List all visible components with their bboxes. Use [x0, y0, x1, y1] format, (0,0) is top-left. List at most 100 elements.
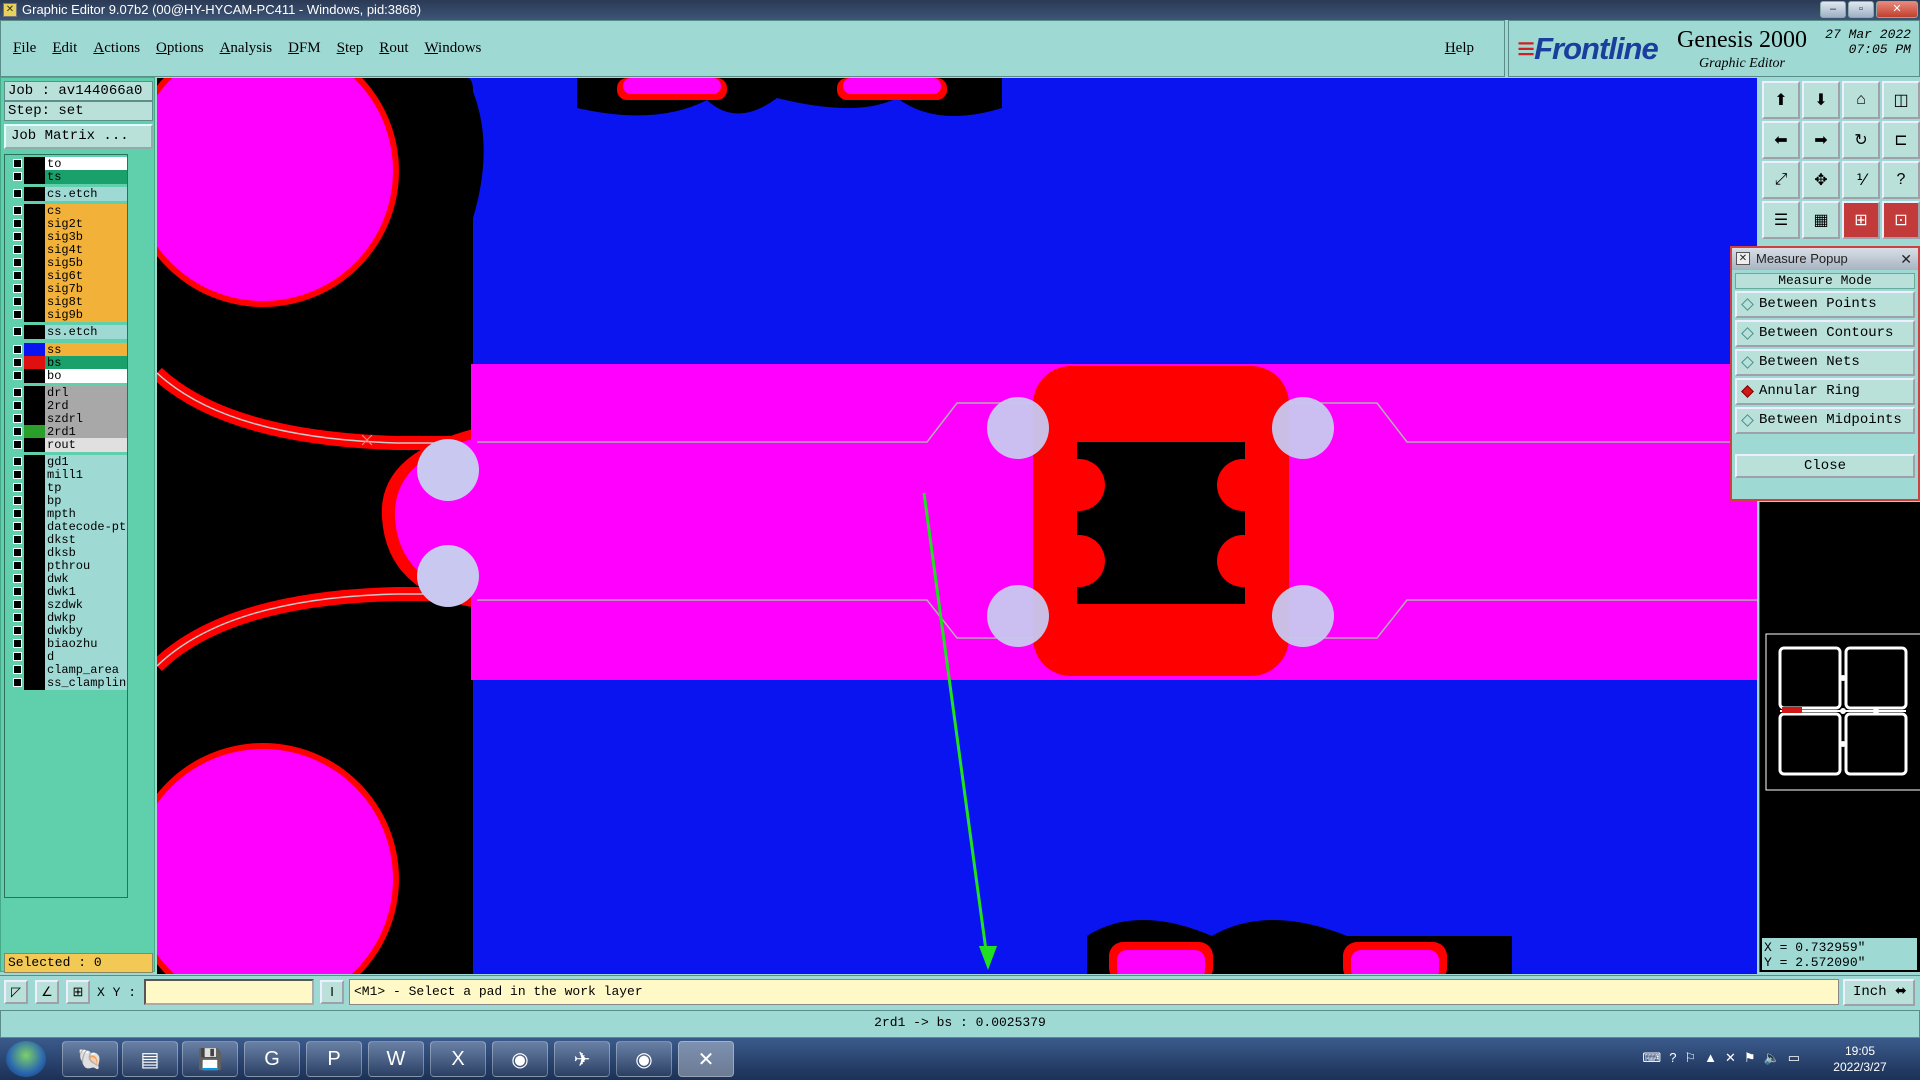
- layer-checkbox[interactable]: [13, 219, 22, 228]
- layer-name[interactable]: sig5b: [45, 256, 127, 270]
- layer-checkbox[interactable]: [13, 371, 22, 380]
- layer-color-swatch[interactable]: [24, 507, 45, 521]
- layer-name[interactable]: dwk1: [45, 585, 127, 599]
- layer-checkbox[interactable]: [13, 665, 22, 674]
- layer-row-sig8t[interactable]: sig8t: [7, 295, 127, 309]
- menu-options[interactable]: Options: [156, 40, 204, 57]
- layer-row-drl[interactable]: drl: [7, 386, 127, 400]
- taskbar-word-icon[interactable]: W: [368, 1041, 424, 1077]
- arrow-up-icon[interactable]: ▲: [1704, 1050, 1717, 1066]
- layer-color-swatch[interactable]: [24, 325, 45, 339]
- layer-row-pthrou[interactable]: pthrou: [7, 559, 127, 573]
- layer-row-szdrl[interactable]: szdrl: [7, 412, 127, 426]
- layer-color-swatch[interactable]: [24, 438, 45, 452]
- layer-name[interactable]: bp: [45, 494, 127, 508]
- layer-name[interactable]: tp: [45, 481, 127, 495]
- layer-row-sig9b[interactable]: sig9b: [7, 308, 127, 322]
- layer-checkbox[interactable]: [13, 678, 22, 687]
- layer-color-swatch[interactable]: [24, 269, 45, 283]
- info-icon[interactable]: I: [320, 980, 344, 1004]
- menu-help[interactable]: Help: [1445, 40, 1474, 57]
- layer-color-swatch[interactable]: [24, 676, 45, 690]
- layer-color-swatch[interactable]: [24, 546, 45, 560]
- layer-name[interactable]: biaozhu: [45, 637, 127, 651]
- split-view-icon[interactable]: ◫: [1882, 81, 1920, 119]
- layer-row-tp[interactable]: tp: [7, 481, 127, 495]
- layer-color-swatch[interactable]: [24, 572, 45, 586]
- layer-color-swatch[interactable]: [24, 230, 45, 244]
- layer-row-bs[interactable]: bs: [7, 356, 127, 370]
- option-between-points[interactable]: Between Points: [1735, 291, 1915, 318]
- layer-color-swatch[interactable]: [24, 204, 45, 218]
- layer-checkbox[interactable]: [13, 258, 22, 267]
- graphic-canvas[interactable]: [157, 78, 1757, 974]
- layer-color-swatch[interactable]: [24, 217, 45, 231]
- layer-row-mpth[interactable]: mpth: [7, 507, 127, 521]
- layer-name[interactable]: dwkby: [45, 624, 127, 638]
- layer-checkbox[interactable]: [13, 388, 22, 397]
- layer-name[interactable]: pthrou: [45, 559, 127, 573]
- layer-name[interactable]: to: [45, 157, 127, 171]
- layer-color-swatch[interactable]: [24, 425, 45, 439]
- layer-name[interactable]: mill1: [45, 468, 127, 482]
- start-button[interactable]: [6, 1041, 46, 1077]
- layer-row-mill1[interactable]: mill1: [7, 468, 127, 482]
- layer-checkbox[interactable]: [13, 189, 22, 198]
- app-tray-icon[interactable]: ✕: [1725, 1050, 1736, 1066]
- layer-color-swatch[interactable]: [24, 611, 45, 625]
- measure-close-button[interactable]: Close: [1735, 454, 1915, 478]
- option-between-midpoints[interactable]: Between Midpoints: [1735, 407, 1915, 434]
- layer-checkbox[interactable]: [13, 457, 22, 466]
- layer-row-cs-etch[interactable]: cs.etch: [7, 187, 127, 201]
- pan-up-icon[interactable]: ⬆: [1762, 81, 1800, 119]
- layer-name[interactable]: gd1: [45, 455, 127, 469]
- option-between-contours[interactable]: Between Contours: [1735, 320, 1915, 347]
- menu-windows[interactable]: Windows: [424, 40, 481, 57]
- close-window-button[interactable]: ✕: [1876, 1, 1918, 18]
- menu-edit[interactable]: Edit: [52, 40, 77, 57]
- layer-name[interactable]: dkst: [45, 533, 127, 547]
- layer-name[interactable]: sig2t: [45, 217, 127, 231]
- taskbar-save-icon[interactable]: 💾: [182, 1041, 238, 1077]
- layer-color-swatch[interactable]: [24, 650, 45, 664]
- layer-checkbox[interactable]: [13, 427, 22, 436]
- layer-color-swatch[interactable]: [24, 256, 45, 270]
- keyboard-icon[interactable]: ⌨: [1642, 1050, 1661, 1066]
- unit-selector[interactable]: Inch ⬌: [1843, 979, 1915, 1006]
- display-icon[interactable]: ▭: [1788, 1050, 1800, 1066]
- layer-color-swatch[interactable]: [24, 663, 45, 677]
- home-icon[interactable]: ⌂: [1842, 81, 1880, 119]
- volume-icon[interactable]: 🔈: [1764, 1050, 1780, 1066]
- layer-color-swatch[interactable]: [24, 295, 45, 309]
- taskbar-eye-app-icon[interactable]: ◉: [492, 1041, 548, 1077]
- angle-mode-icon[interactable]: ∠: [35, 980, 59, 1004]
- layer-name[interactable]: sig8t: [45, 295, 127, 309]
- layer-checkbox[interactable]: [13, 414, 22, 423]
- layer-name[interactable]: dwkp: [45, 611, 127, 625]
- taskbar-excel-icon[interactable]: X: [430, 1041, 486, 1077]
- layer-row-dwkp[interactable]: dwkp: [7, 611, 127, 625]
- option-annular-ring[interactable]: Annular Ring: [1735, 378, 1915, 405]
- layer-checkbox[interactable]: [13, 613, 22, 622]
- layer-name[interactable]: sig4t: [45, 243, 127, 257]
- layer-checkbox[interactable]: [13, 535, 22, 544]
- layer-color-swatch[interactable]: [24, 243, 45, 257]
- layer-color-swatch[interactable]: [24, 559, 45, 573]
- layer-row-to[interactable]: to: [7, 157, 127, 171]
- taskbar-bird-app-icon[interactable]: ✈: [554, 1041, 610, 1077]
- menu-rout[interactable]: Rout: [379, 40, 408, 57]
- layer-checkbox[interactable]: [13, 548, 22, 557]
- popup-close-icon[interactable]: ✕: [1900, 248, 1912, 270]
- layer-row-szdwk[interactable]: szdwk: [7, 598, 127, 612]
- layer-color-swatch[interactable]: [24, 637, 45, 651]
- taskbar-eye2-app-icon[interactable]: ◉: [616, 1041, 672, 1077]
- taskbar-p-app-icon[interactable]: P: [306, 1041, 362, 1077]
- layer-name[interactable]: szdwk: [45, 598, 127, 612]
- layer-color-swatch[interactable]: [24, 386, 45, 400]
- layer-color-swatch[interactable]: [24, 170, 45, 184]
- layer-name[interactable]: ts: [45, 170, 127, 184]
- layer-checkbox[interactable]: [13, 626, 22, 635]
- overview-map[interactable]: [1759, 502, 1920, 972]
- layer-name[interactable]: d: [45, 650, 127, 664]
- layer-row-dwk1[interactable]: dwk1: [7, 585, 127, 599]
